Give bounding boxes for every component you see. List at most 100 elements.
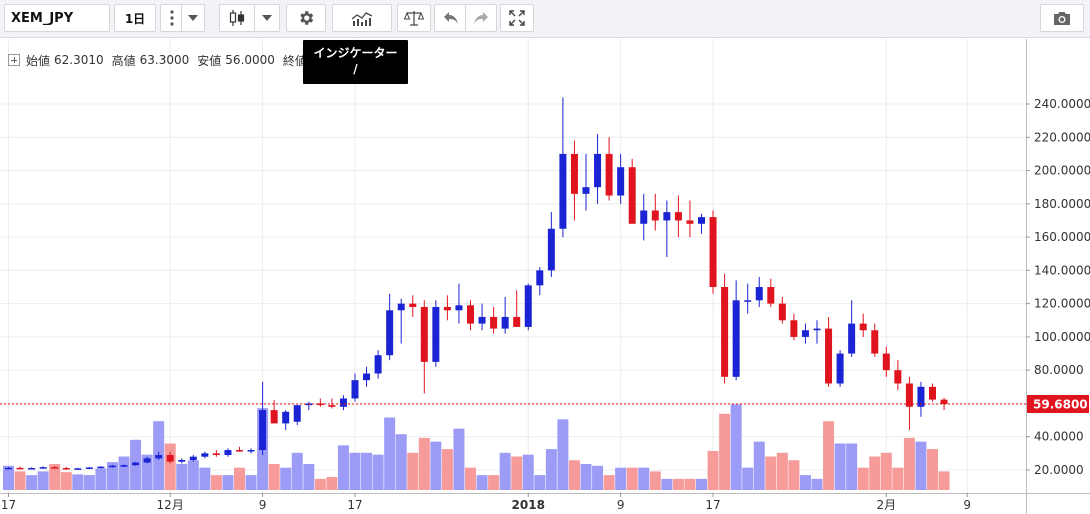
candle-up: [755, 287, 763, 301]
candle-up: [5, 467, 12, 470]
volume-bar-up: [592, 465, 604, 490]
candle-down: [825, 328, 833, 384]
volume-bar-up: [661, 478, 673, 490]
y-tick-label: 80.0000: [1034, 363, 1084, 377]
volume-bar-up: [280, 467, 292, 490]
volume-bar-up: [176, 463, 188, 490]
candle-up: [663, 212, 671, 221]
candle-down: [467, 305, 474, 324]
candle-down: [871, 330, 879, 354]
volume-bar-down: [407, 452, 419, 490]
x-tick-label: 2018: [512, 498, 545, 512]
candle-down: [212, 453, 220, 456]
volume-bar-down: [776, 452, 788, 490]
volume-bar-up: [557, 419, 569, 490]
volume-bar-down: [210, 475, 222, 490]
candle-up: [732, 300, 740, 377]
candle-up: [282, 411, 290, 424]
candle-up: [339, 398, 347, 407]
volume-bar-down: [465, 467, 476, 490]
candle-up: [617, 167, 625, 196]
ohlc-legend: 始値 62.3010 高値 63.3000 安値 56.0000 終値: [8, 52, 311, 68]
volume-bar-up: [384, 417, 396, 490]
candle-down: [790, 320, 798, 337]
candle-down: [62, 468, 70, 470]
volume-bar-down: [880, 452, 892, 490]
x-tick-label: 12月: [157, 498, 184, 512]
volume-bar-up: [615, 467, 627, 490]
volume-bar-up: [372, 454, 384, 490]
tooltip-line-1: インジケーター: [313, 46, 398, 60]
volume-bar-down: [672, 478, 684, 490]
volume-bar-up: [799, 475, 811, 490]
volume-bar-down: [938, 471, 950, 490]
candle-up: [189, 456, 197, 461]
legend-toggle-icon[interactable]: [8, 54, 20, 66]
y-tick-label: 100.0000: [1034, 330, 1090, 344]
candle-up: [155, 455, 163, 459]
candle-up: [386, 310, 394, 356]
candle-up: [143, 458, 151, 463]
x-tick-label: 9: [617, 498, 625, 512]
volume-bar-up: [291, 452, 303, 490]
volume-bar-up: [3, 465, 14, 490]
volume-bar-up: [476, 475, 488, 490]
x-tick-label: 2月: [876, 498, 896, 512]
y-tick-label: 120.0000: [1034, 297, 1090, 311]
volume-bar-down: [719, 413, 731, 490]
volume-bar-up: [72, 474, 84, 490]
volume-bar-down: [164, 443, 176, 490]
volume-bar-up: [730, 404, 742, 490]
candle-up: [455, 305, 463, 311]
candle-up: [363, 373, 371, 381]
candle-up: [132, 462, 140, 466]
volume-bar-down: [441, 449, 453, 490]
volume-bar-up: [26, 475, 38, 490]
candle-up: [536, 270, 544, 286]
legend-open-value: 62.3010: [54, 53, 104, 67]
volume-bar-up: [811, 478, 823, 490]
candle-up: [801, 330, 809, 337]
legend-open-label: 始値: [26, 53, 51, 68]
candle-down: [859, 323, 867, 331]
candle-up: [501, 316, 509, 329]
volume-bar-down: [892, 467, 904, 490]
volume-bar-up: [199, 467, 211, 490]
candle-down: [409, 303, 417, 307]
volume-bar-up: [580, 463, 592, 490]
volume-bar-down: [268, 463, 280, 490]
volume-bar-up: [499, 452, 511, 490]
y-tick-label: 20.0000: [1034, 463, 1084, 477]
volume-bar-up: [118, 456, 130, 490]
volume-bar-up: [453, 428, 465, 490]
candle-up: [640, 210, 648, 224]
volume-bar-up: [222, 475, 234, 490]
volume-bar-up: [846, 443, 858, 490]
volume-bar-up: [522, 454, 534, 490]
candle-down: [894, 370, 902, 384]
candle-up: [698, 217, 705, 224]
price-chart[interactable]: 20.000040.000060.000080.0000100.0000120.…: [0, 0, 1090, 514]
volume-bar-down: [903, 437, 915, 490]
y-tick-label: 160.0000: [1034, 230, 1090, 244]
volume-bar-up: [187, 460, 199, 490]
candle-down: [686, 220, 694, 224]
candle-down: [513, 316, 521, 327]
y-tick-label: 140.0000: [1034, 263, 1090, 277]
volume-bar-up: [37, 471, 49, 490]
candle-up: [178, 460, 186, 462]
volume-bar-up: [753, 441, 765, 490]
candle-down: [674, 212, 682, 221]
candle-down: [905, 383, 913, 407]
candle-up: [247, 450, 255, 452]
candle-up: [547, 228, 555, 271]
volume-bar-up: [361, 452, 373, 490]
candle-up: [293, 405, 301, 422]
candle-down: [628, 167, 636, 224]
candle-up: [836, 353, 844, 384]
candle-up: [594, 153, 602, 188]
candle-down: [605, 153, 613, 196]
candle-up: [432, 306, 440, 362]
volume-bar-up: [915, 441, 927, 490]
volume-bar-down: [326, 476, 338, 490]
